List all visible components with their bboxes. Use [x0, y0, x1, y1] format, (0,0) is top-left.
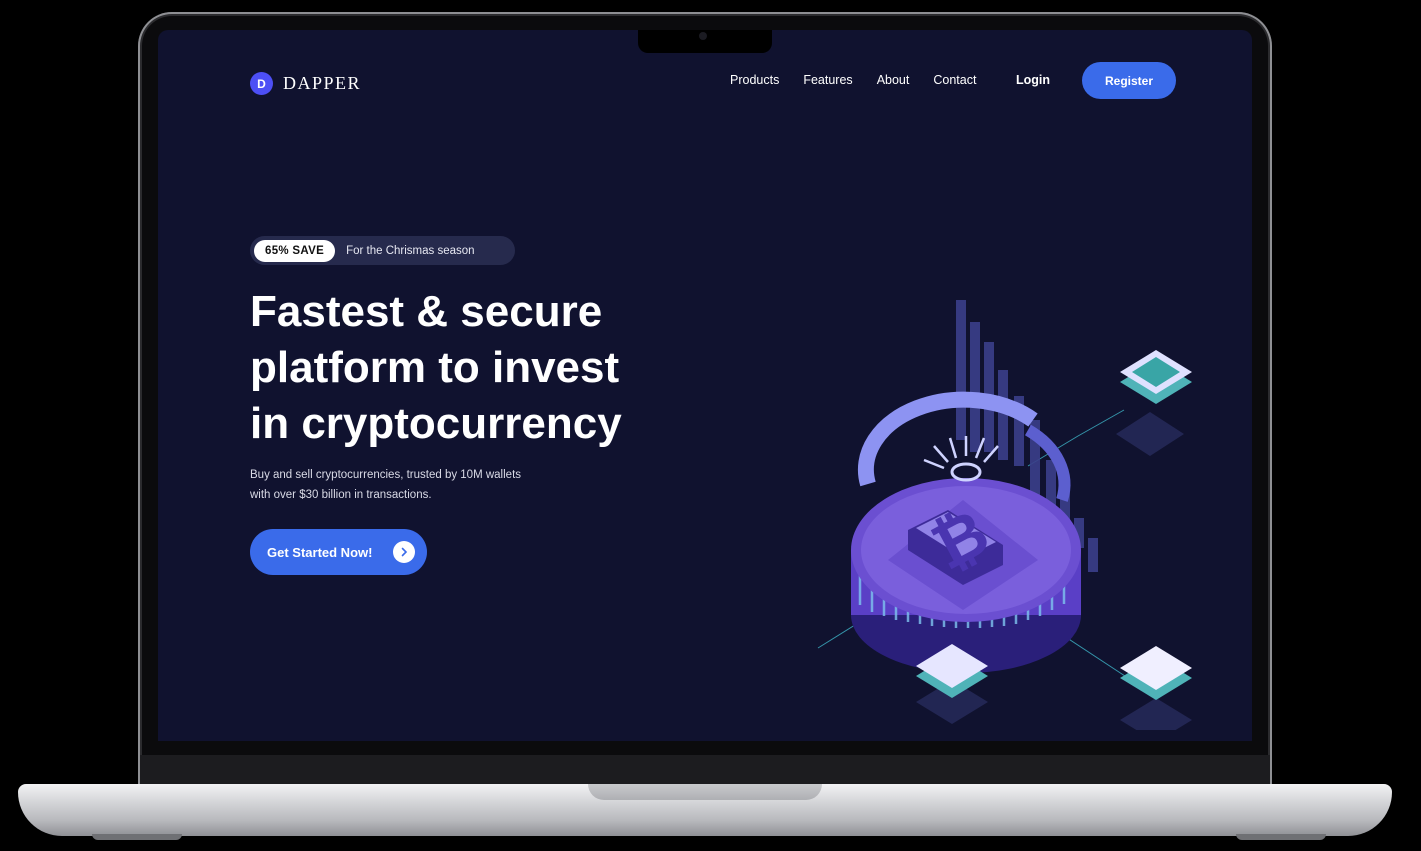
hero-headline: Fastest & secure platform to invest in c…	[250, 284, 710, 452]
laptop-foot	[92, 834, 182, 840]
nav-item-about[interactable]: About	[877, 73, 910, 87]
nav-item-contact[interactable]: Contact	[933, 73, 976, 87]
promo-badge: 65% SAVE	[254, 239, 336, 262]
headline-line: Fastest & secure	[250, 287, 603, 336]
promo-text: For the Chrismas season	[346, 244, 475, 257]
laptop-notch	[638, 30, 772, 53]
get-started-label: Get Started Now!	[267, 544, 373, 560]
promo-banner[interactable]: 65% SAVE For the Chrismas season	[250, 236, 515, 265]
laptop-opening-lip	[588, 784, 822, 800]
register-button[interactable]: Register	[1082, 62, 1176, 99]
nav-item-products[interactable]: Products	[730, 73, 779, 87]
get-started-button[interactable]: Get Started Now!	[250, 529, 427, 575]
nav-item-features[interactable]: Features	[803, 73, 852, 87]
main-nav: Products Features About Contact	[730, 73, 976, 87]
tile-icon	[1116, 350, 1192, 456]
bitcoin-coin-illustration: ₿	[817, 300, 1192, 730]
brand-name: DAPPER	[283, 73, 362, 93]
login-link[interactable]: Login	[1016, 73, 1050, 87]
hero-description: Buy and sell cryptocurrencies, trusted b…	[250, 465, 570, 505]
description-line: with over $30 billion in transactions.	[250, 489, 432, 501]
headline-line: platform to invest	[250, 343, 620, 392]
brand-logo[interactable]: D DAPPER	[250, 72, 361, 95]
logo-mark-icon: D	[250, 72, 273, 95]
laptop-foot	[1236, 834, 1326, 840]
camera-icon	[699, 32, 707, 40]
chevron-right-icon	[393, 541, 415, 563]
landing-page: D DAPPER Products Features About Contact…	[158, 30, 1252, 741]
headline-line: in cryptocurrency	[250, 399, 622, 448]
description-line: Buy and sell cryptocurrencies, trusted b…	[250, 469, 522, 481]
laptop-chin	[140, 755, 1270, 787]
